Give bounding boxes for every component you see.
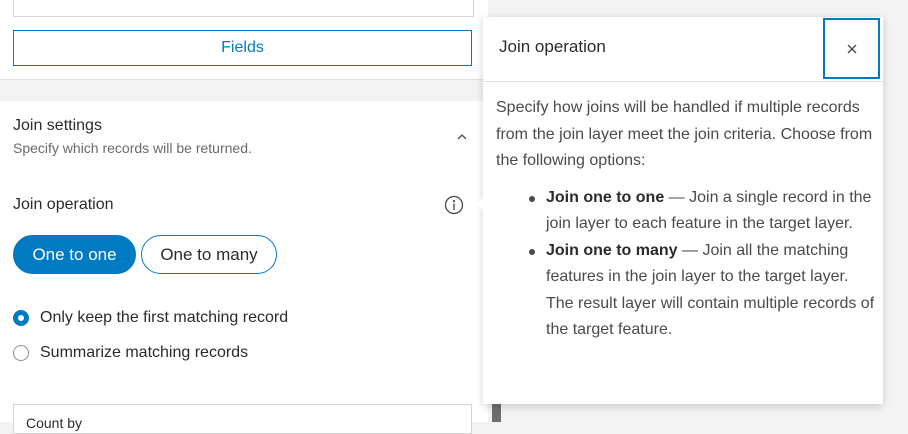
bullet-icon [529,248,535,255]
one-to-many-button[interactable]: One to many [141,235,277,274]
popover-body: Specify how joins will be handled if mul… [496,95,876,344]
radio-summarize[interactable]: Summarize matching records [13,342,248,364]
radio-unchecked-icon[interactable] [13,345,29,361]
section-divider [0,79,488,101]
radio-first-match[interactable]: Only keep the first matching record [13,307,288,329]
close-icon [847,44,856,53]
item-term: Join one to one [546,188,665,206]
list-item: Join one to one — Join a single record i… [529,185,876,238]
join-operation-label: Join operation [13,196,114,213]
radio-label: Only keep the first matching record [40,309,289,326]
popover-list: Join one to one — Join a single record i… [496,185,876,344]
popover-intro: Specify how joins will be handled if mul… [496,99,873,169]
popover-pointer [477,197,484,211]
popover-header: Join operation [483,17,883,82]
count-by-field[interactable]: Count by [13,404,472,434]
top-input-field[interactable] [13,0,474,17]
list-item: Join one to many — Join all the matching… [529,238,876,344]
close-button[interactable] [823,18,880,79]
radio-label: Summarize matching records [40,344,249,361]
section-subtitle: Specify which records will be returned. [13,140,252,156]
scrollbar[interactable] [492,404,501,422]
join-settings-header[interactable]: Join settings Specify which records will… [0,100,488,170]
analysis-panel: Fields Join settings Specify which recor… [0,0,488,434]
fields-button[interactable]: Fields [13,30,472,66]
bullet-icon [529,195,535,202]
radio-checked-icon[interactable] [13,310,29,326]
section-title: Join settings [13,117,102,134]
item-term: Join one to many [546,241,678,259]
one-to-one-button[interactable]: One to one [13,235,136,274]
info-icon[interactable] [444,195,464,215]
join-operation-popover: Join operation Specify how joins will be… [483,17,883,404]
chevron-up-icon[interactable] [455,130,469,144]
popover-title: Join operation [499,37,606,56]
